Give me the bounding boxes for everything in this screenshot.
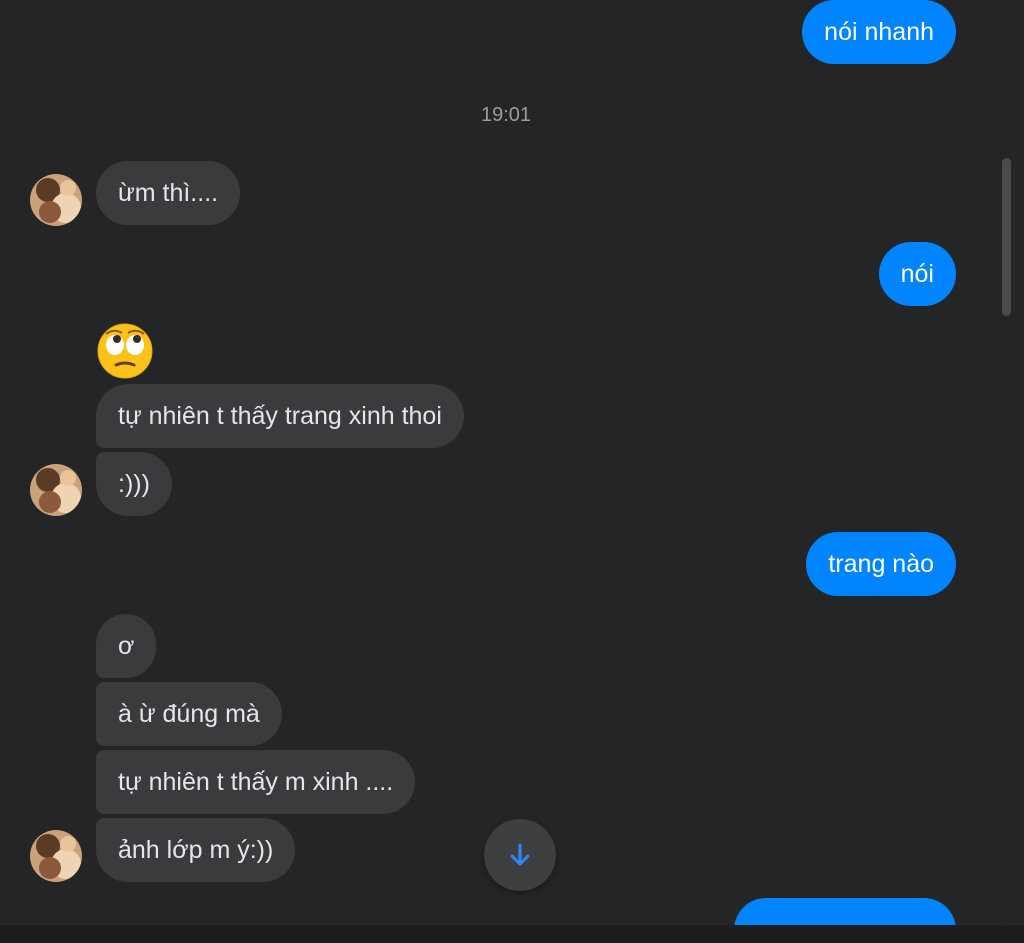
message-incoming[interactable]: ừm thì.... <box>96 161 241 225</box>
contact-avatar[interactable] <box>30 830 82 882</box>
message-timestamp: 19:01 <box>480 104 532 126</box>
avatar-image <box>30 464 82 516</box>
message-incoming[interactable]: :))) <box>96 452 172 516</box>
scroll-to-bottom-button[interactable] <box>484 819 556 891</box>
window-bottom-edge <box>0 925 1024 943</box>
arrow-down-icon <box>510 843 530 866</box>
avatar-image <box>30 174 82 226</box>
message-outgoing[interactable]: nói nhanh <box>802 0 956 64</box>
message-outgoing[interactable]: nói <box>878 242 956 306</box>
message-outgoing[interactable]: trang nào <box>806 532 956 596</box>
message-incoming[interactable]: tự nhiên t thấy m xinh .... <box>96 750 416 814</box>
chat-thread[interactable]: nói nhanh 19:01 ừm thì.... nói tự nhiên … <box>0 0 1012 925</box>
avatar-image <box>30 830 82 882</box>
contact-avatar[interactable] <box>30 174 82 226</box>
message-incoming[interactable]: tự nhiên t thấy trang xinh thoi <box>96 384 464 448</box>
message-incoming[interactable]: à ừ đúng mà <box>96 682 282 746</box>
contact-avatar[interactable] <box>30 464 82 516</box>
message-incoming[interactable]: ảnh lớp m ý:)) <box>96 818 296 882</box>
message-outgoing-partial[interactable] <box>734 898 956 925</box>
scrollbar[interactable] <box>1000 0 1012 925</box>
scrollbar-thumb[interactable] <box>1002 158 1011 316</box>
message-incoming[interactable]: ơ <box>96 614 157 678</box>
rolling-eyes-emoji-icon[interactable] <box>96 322 154 380</box>
